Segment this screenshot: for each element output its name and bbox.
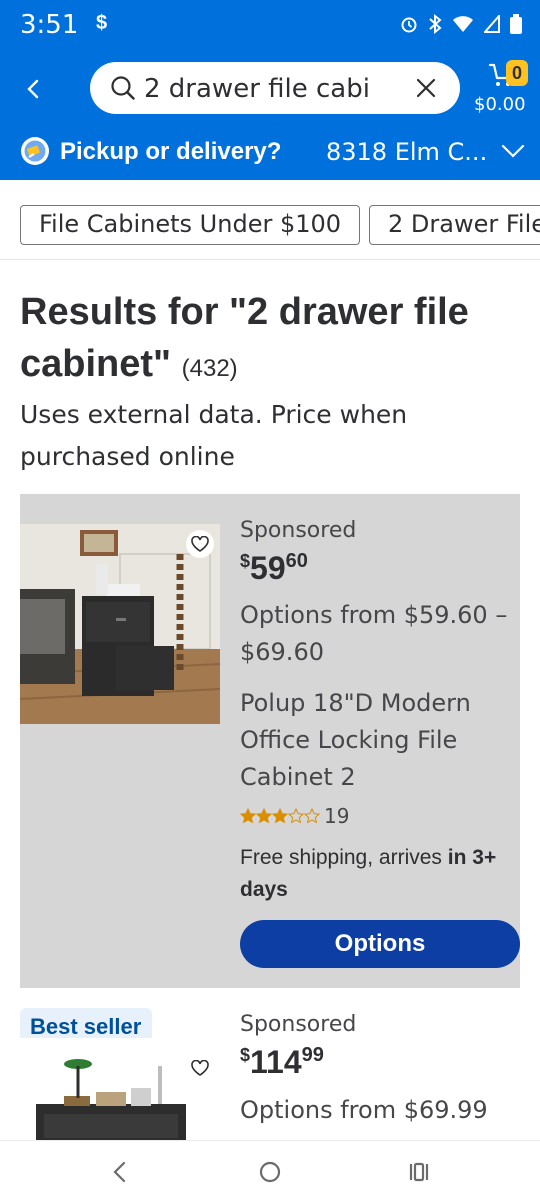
battery-icon bbox=[510, 14, 522, 34]
chevron-down-icon bbox=[501, 144, 525, 158]
price-main: 114 bbox=[250, 1044, 302, 1080]
signal-icon bbox=[484, 15, 500, 33]
price-dollar: $ bbox=[240, 551, 251, 571]
price-dollar: $ bbox=[240, 1045, 251, 1065]
price-cents: 60 bbox=[285, 550, 308, 572]
heart-icon bbox=[191, 1060, 209, 1076]
price-cents: 99 bbox=[301, 1044, 324, 1066]
heart-icon bbox=[191, 536, 209, 552]
shipping-prefix: Free shipping, arrives bbox=[240, 846, 448, 869]
results-count: (432) bbox=[181, 355, 238, 382]
favorite-button[interactable] bbox=[186, 530, 214, 558]
status-icons bbox=[400, 14, 522, 34]
options-range: Options from $69.99 bbox=[240, 1096, 488, 1124]
search-query[interactable]: 2 drawer file cabi bbox=[144, 74, 394, 104]
options-range: Options from $59.60 – $69.60 bbox=[240, 601, 508, 666]
search-icon bbox=[111, 76, 135, 100]
nav-back-icon[interactable] bbox=[108, 1159, 134, 1185]
status-bar: 3:51 $ bbox=[0, 0, 540, 52]
back-button[interactable] bbox=[20, 70, 50, 104]
header: 2 drawer file cabi 0 $0.00 bbox=[0, 52, 540, 124]
results-title-text: Results for "2 drawer file cabinet" bbox=[20, 291, 469, 385]
alarm-icon bbox=[401, 17, 417, 33]
delivery-icon bbox=[21, 137, 49, 165]
star-filled-icon bbox=[272, 808, 288, 824]
product-name[interactable]: Polup 18"D Modern Office Locking File Ca… bbox=[240, 685, 518, 796]
chevron-left-icon bbox=[27, 79, 39, 99]
pickup-label: Pickup or delivery? bbox=[60, 138, 282, 165]
product-card[interactable]: Sponsored $5960 Options from $59.60 – $6… bbox=[20, 494, 520, 988]
options-button[interactable]: Options bbox=[240, 920, 520, 968]
dollar-icon: $ bbox=[96, 12, 108, 34]
search-input[interactable]: 2 drawer file cabi bbox=[90, 62, 460, 114]
sponsored-label: Sponsored bbox=[240, 1012, 357, 1037]
star-filled-icon bbox=[256, 808, 272, 824]
cart-button[interactable]: 0 $0.00 bbox=[474, 58, 534, 118]
rating-count: 19 bbox=[324, 804, 350, 828]
favorite-button[interactable] bbox=[186, 1054, 214, 1082]
cart-total: $0.00 bbox=[474, 94, 526, 115]
bluetooth-icon bbox=[429, 14, 442, 34]
product-image[interactable] bbox=[36, 1056, 186, 1140]
chip-file-cabinets-under-100[interactable]: File Cabinets Under $100 bbox=[20, 205, 361, 245]
status-time: 3:51 bbox=[20, 10, 79, 40]
wifi-icon bbox=[453, 16, 473, 32]
filter-chips: File Cabinets Under $100 2 Drawer File C… bbox=[0, 188, 540, 260]
best-seller-label: Best seller bbox=[30, 1014, 142, 1038]
system-nav-bar bbox=[0, 1140, 540, 1200]
results-title: Results for "2 drawer file cabinet" (432… bbox=[20, 286, 520, 395]
star-empty-icon bbox=[304, 808, 320, 824]
pickup-address: 8318 Elm C... bbox=[326, 138, 488, 166]
star-empty-icon bbox=[288, 808, 304, 824]
star-rating: 19 bbox=[240, 804, 349, 828]
nav-home-icon[interactable] bbox=[257, 1159, 283, 1185]
file-cabinet-image bbox=[36, 1056, 186, 1140]
nav-recents-icon[interactable] bbox=[406, 1159, 432, 1185]
product-price: $11499 bbox=[240, 1044, 324, 1081]
close-icon[interactable] bbox=[414, 76, 438, 100]
star-filled-icon bbox=[240, 808, 256, 824]
shipping-info: Free shipping, arrives in 3+ days bbox=[240, 842, 520, 906]
price-main: 59 bbox=[250, 550, 286, 586]
pickup-delivery-bar[interactable]: Pickup or delivery? 8318 Elm C... bbox=[0, 124, 540, 180]
product-price: $5960 bbox=[240, 550, 308, 587]
star-icons bbox=[240, 808, 320, 824]
cart-count-badge: 0 bbox=[506, 60, 528, 86]
best-seller-badge: Best seller bbox=[20, 1008, 152, 1038]
results-note: Uses external data. Price when purchased… bbox=[20, 400, 408, 471]
chip-2-drawer-file-cabinets[interactable]: 2 Drawer File Cabinets bbox=[369, 205, 540, 245]
sponsored-label: Sponsored bbox=[240, 518, 357, 543]
